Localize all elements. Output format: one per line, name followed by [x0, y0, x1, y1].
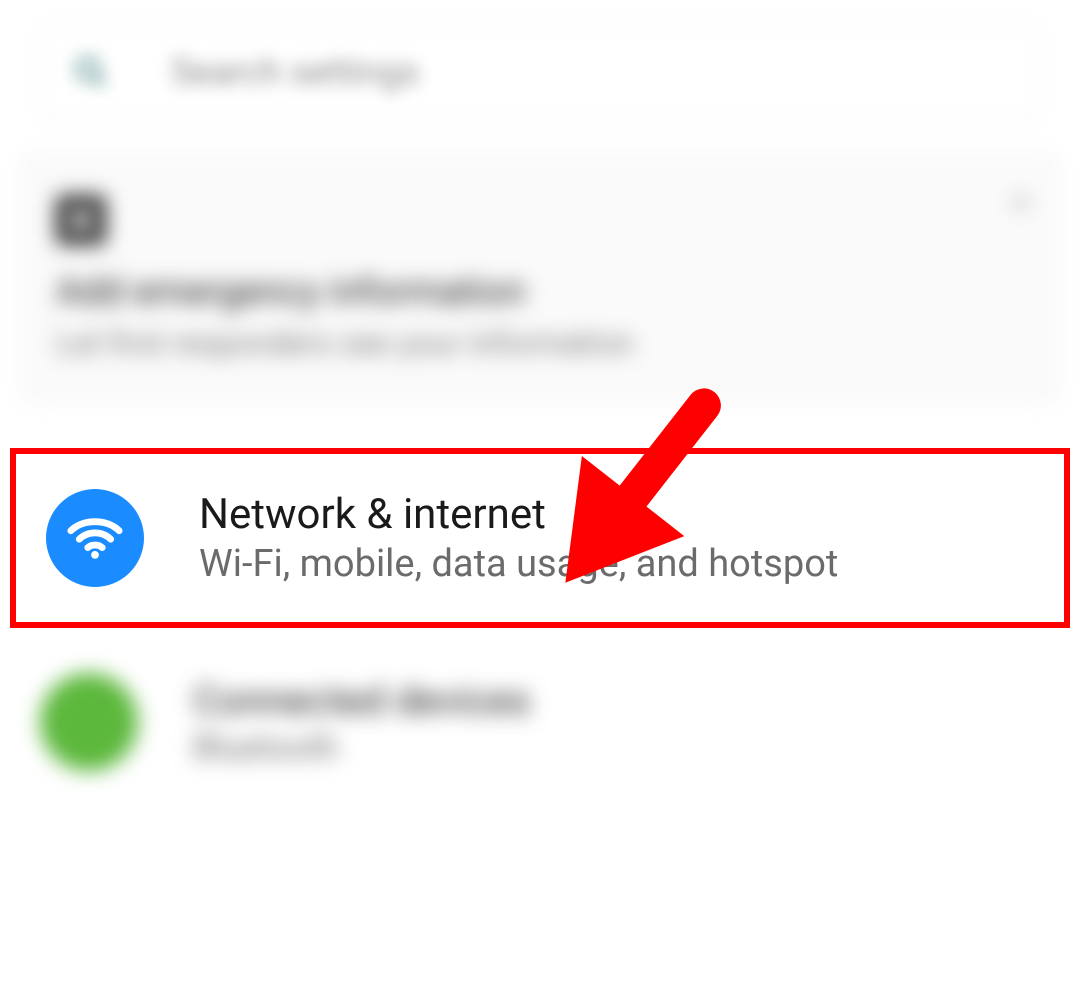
network-subtitle: Wi-Fi, mobile, data usage, and hotspot — [199, 542, 838, 586]
devices-icon — [40, 673, 138, 771]
plus-icon — [56, 195, 106, 245]
search-bar[interactable]: Search settings — [40, 25, 1040, 119]
emergency-title: Add emergency information — [56, 270, 1024, 314]
wifi-icon — [46, 489, 144, 587]
emergency-subtitle: Let first responders see your informatio… — [56, 324, 1024, 362]
close-icon[interactable]: × — [1013, 185, 1029, 220]
emergency-info-card[interactable]: × Add emergency information Let first re… — [20, 154, 1060, 403]
settings-item-connected-devices[interactable]: Connected devices Bluetooth — [40, 673, 1040, 771]
settings-item-network[interactable]: Network & internet Wi-Fi, mobile, data u… — [10, 448, 1070, 628]
connected-subtitle: Bluetooth — [193, 728, 530, 768]
network-title: Network & internet — [199, 490, 838, 540]
connected-title: Connected devices — [193, 677, 530, 724]
search-icon — [71, 52, 111, 92]
search-placeholder: Search settings — [171, 51, 419, 93]
